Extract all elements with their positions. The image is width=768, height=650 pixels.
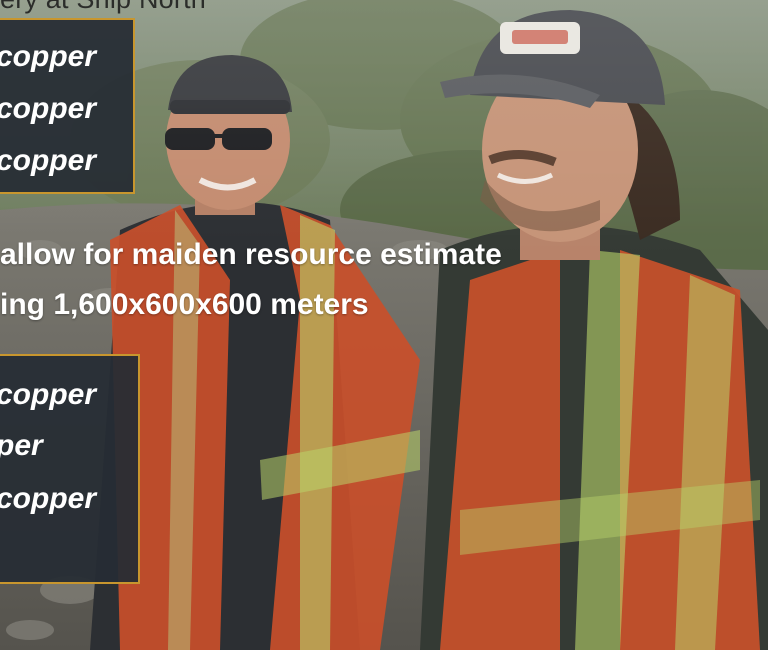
slide-heading: ery at Ship North <box>0 0 206 15</box>
callout-bottom-line-1: copper <box>0 378 97 411</box>
callout-top-line-1: copper <box>0 40 97 73</box>
callout-top-line-3: copper <box>0 144 97 177</box>
callout-top-line-2: copper <box>0 92 97 125</box>
statement-line-1: allow for maiden resource estimate <box>0 238 502 271</box>
statement-line-2: ing 1,600x600x600 meters <box>0 288 369 321</box>
callout-bottom-line-3: copper <box>0 482 97 515</box>
callout-bottom-line-2: per <box>0 429 43 462</box>
callout-box-bottom: copper per copper <box>0 354 140 584</box>
callout-box-top: copper copper copper <box>0 18 135 194</box>
